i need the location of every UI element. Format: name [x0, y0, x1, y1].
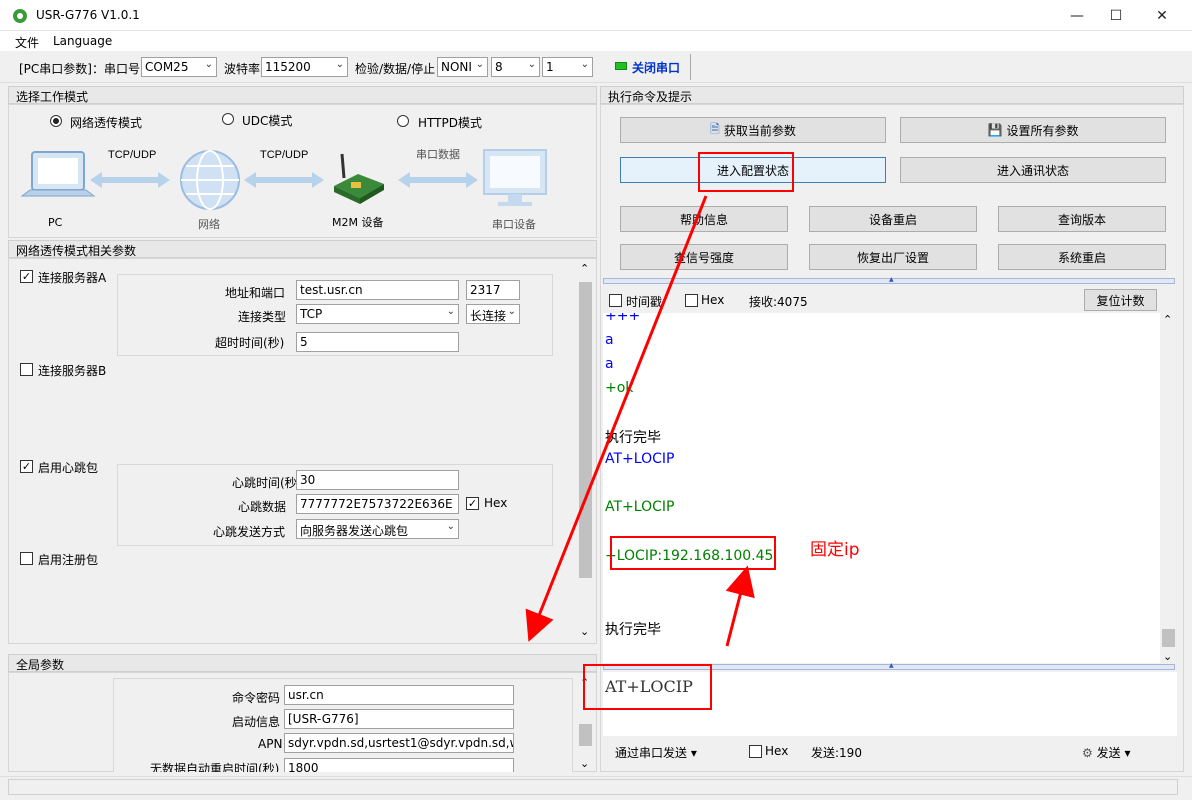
app-window: USR-G776 V1.0.1 — ☐ ✕ 文件 Language [PC串口参…	[0, 0, 1192, 800]
arrow-icon	[525, 195, 708, 642]
annotation-arrows	[525, 195, 755, 647]
arrow-icon	[725, 565, 755, 647]
